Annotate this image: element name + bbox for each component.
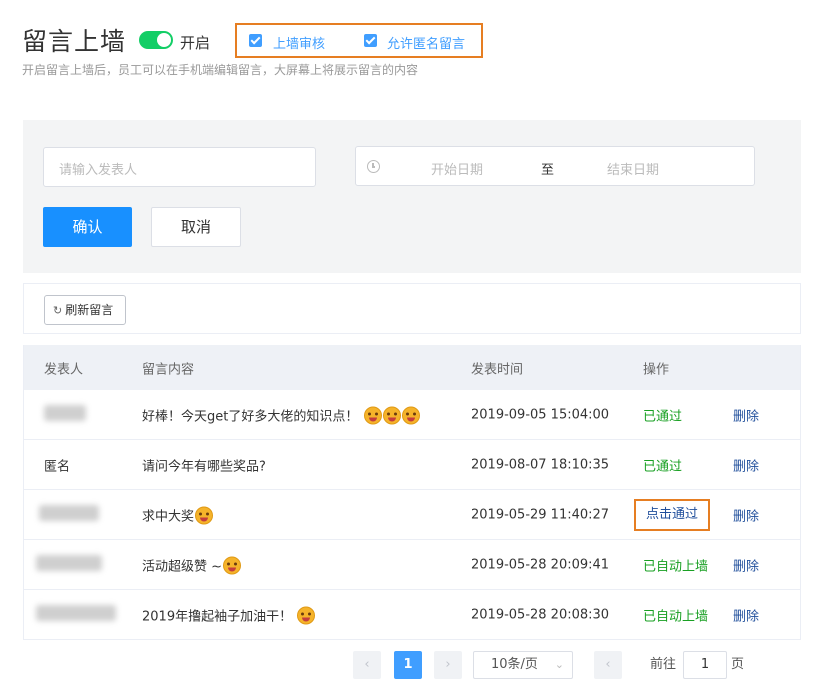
col-time: 发表时间 — [471, 362, 524, 377]
next-page-button[interactable]: › — [434, 651, 462, 679]
publisher-input[interactable]: 请输入发表人 — [43, 147, 316, 187]
page-size-select[interactable]: 10条/页 ⌄ — [473, 651, 573, 679]
refresh-icon: ↻ — [53, 304, 63, 317]
cancel-button[interactable]: 取消 — [151, 207, 241, 247]
goto-suffix: 页 — [731, 657, 745, 672]
post-time: 2019-09-05 15:04:00 — [471, 407, 610, 422]
emoji-icon — [195, 506, 214, 524]
page-title: 留言上墙 — [22, 27, 127, 56]
col-message: 留言内容 — [142, 362, 195, 377]
table-row: 2019年撸起袖子加油干！ 2019-05-28 20:08:30 已自动上墙 … — [24, 590, 800, 640]
chevron-down-icon: ⌄ — [554, 658, 564, 671]
table-toolbar: ↻ 刷新留言 — [23, 283, 801, 334]
messages-table: 发表人 留言内容 发表时间 操作 好棒！今天get了好多大佬的知识点！ 2019… — [23, 345, 801, 640]
wall-toggle-switch[interactable] — [139, 31, 173, 49]
status-approved: 已通过 — [643, 459, 683, 474]
table-row: 好棒！今天get了好多大佬的知识点！ 2019-09-05 15:04:00 已… — [24, 390, 800, 440]
delete-link[interactable]: 删除 — [733, 505, 759, 524]
date-end-input[interactable]: 结束日期 — [607, 159, 659, 178]
filter-panel: 请输入发表人 开始日期 至 结束日期 确认 取消 — [23, 120, 801, 273]
goto-page-input[interactable]: 1 — [683, 651, 727, 679]
prev-page-button[interactable]: ‹ — [353, 651, 381, 679]
date-start-input[interactable]: 开始日期 — [431, 159, 483, 178]
delete-link[interactable]: 删除 — [733, 455, 759, 474]
review-checkbox[interactable] — [249, 34, 262, 47]
emoji-icon — [223, 556, 242, 574]
post-time: 2019-05-28 20:09:41 — [471, 557, 610, 572]
switch-knob — [157, 33, 171, 47]
status-auto-posted: 已自动上墙 — [643, 559, 709, 574]
message-text: 请问今年有哪些奖品? — [142, 459, 266, 474]
post-time: 2019-08-07 18:10:35 — [471, 457, 610, 472]
emoji-icon — [297, 606, 316, 624]
publisher-name-blurred — [36, 554, 102, 575]
publisher-name-blurred — [36, 604, 116, 625]
post-time: 2019-05-28 20:08:30 — [471, 607, 610, 622]
options-highlight-box: 上墙审核 允许匿名留言 — [235, 23, 483, 58]
switch-label: 开启 — [180, 34, 211, 52]
confirm-button[interactable]: 确认 — [43, 207, 132, 247]
table-row: 求中大奖 2019-05-29 11:40:27 点击通过 删除 — [24, 490, 800, 540]
delete-link[interactable]: 删除 — [733, 405, 759, 424]
publisher-name: 匿名 — [44, 459, 71, 474]
emoji-icon — [382, 406, 401, 424]
table-row: 匿名 请问今年有哪些奖品? 2019-08-07 18:10:35 已通过 删除 — [24, 440, 800, 490]
emoji-icon — [401, 406, 420, 424]
publisher-name-blurred — [44, 404, 86, 425]
col-publisher: 发表人 — [44, 362, 84, 377]
table-header: 发表人 留言内容 发表时间 操作 — [24, 345, 800, 390]
status-approved: 已通过 — [643, 409, 683, 424]
page-subtitle: 开启留言上墙后，员工可以在手机端编辑留言，大屏幕上将展示留言的内容 — [22, 63, 419, 77]
publisher-name-blurred — [39, 504, 99, 525]
page-number-current[interactable]: 1 — [394, 651, 422, 679]
goto-prefix: 前往 — [650, 657, 677, 672]
refresh-label: 刷新留言 — [65, 303, 114, 317]
review-checkbox-label[interactable]: 上墙审核 — [273, 33, 325, 52]
message-text: 好棒！今天get了好多大佬的知识点！ — [142, 405, 420, 424]
anonymous-checkbox-label[interactable]: 允许匿名留言 — [387, 33, 465, 52]
table-row: 活动超级赞 ~ 2019-05-28 20:09:41 已自动上墙 删除 — [24, 540, 800, 590]
message-text: 活动超级赞 ~ — [142, 555, 242, 574]
anonymous-checkbox[interactable] — [364, 34, 377, 47]
message-text: 2019年撸起袖子加油干！ — [142, 605, 316, 624]
delete-link[interactable]: 删除 — [733, 605, 759, 624]
prev-arrow-button[interactable]: ‹ — [594, 651, 622, 679]
emoji-icon — [363, 406, 382, 424]
status-auto-posted: 已自动上墙 — [643, 609, 709, 624]
date-range-picker[interactable]: 开始日期 至 结束日期 — [355, 146, 755, 186]
post-time: 2019-05-29 11:40:27 — [471, 507, 610, 522]
approve-button[interactable]: 点击通过 — [634, 499, 710, 531]
delete-link[interactable]: 删除 — [733, 555, 759, 574]
date-separator: 至 — [541, 163, 555, 178]
clock-icon — [367, 160, 380, 173]
message-text: 求中大奖 — [142, 505, 214, 524]
col-actions: 操作 — [643, 362, 670, 377]
refresh-button[interactable]: ↻ 刷新留言 — [44, 295, 126, 325]
